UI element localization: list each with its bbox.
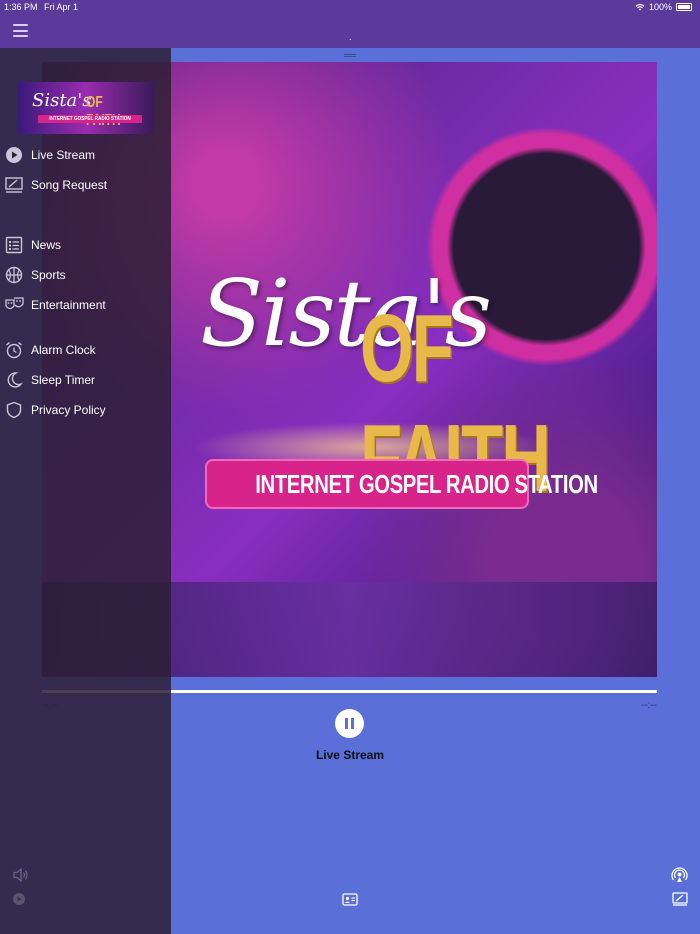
battery-icon [676, 3, 692, 11]
header-title: . [349, 32, 352, 42]
drawer-item-label: Sports [31, 268, 66, 282]
status-time: 1:36 PM [4, 2, 38, 12]
drawer-logo: Sista's OF FAITH INTERNET GOSPEL RADIO S… [18, 82, 154, 134]
pause-icon [345, 718, 348, 729]
logo-banner: INTERNET GOSPEL RADIO STATION [38, 115, 142, 123]
song-request-icon[interactable] [672, 892, 688, 906]
volume-slider-thumb-icon[interactable] [12, 892, 26, 906]
top-bar: . [0, 14, 700, 48]
airplay-audio-icon[interactable] [671, 867, 688, 884]
drawer-item-label: Sleep Timer [31, 373, 96, 387]
drawer-item-song-request[interactable]: Song Request [0, 173, 171, 197]
song-request-icon [5, 177, 23, 193]
drawer-item-label: Live Stream [31, 148, 96, 162]
moon-icon [7, 372, 23, 388]
drag-handle-icon[interactable] [344, 54, 356, 58]
drawer-item-label: Entertainment [31, 298, 106, 312]
drawer-item-entertainment[interactable]: Entertainment [0, 293, 171, 317]
drawer-item-label: News [31, 238, 62, 252]
artwork-banner: INTERNET GOSPEL RADIO STATION [207, 461, 598, 507]
id-card-icon[interactable] [342, 893, 358, 906]
theater-masks-icon [5, 297, 24, 310]
alarm-clock-icon [6, 341, 22, 359]
drawer-item-label: Alarm Clock [31, 343, 96, 357]
drawer-item-alarm-clock[interactable]: Alarm Clock [0, 338, 171, 362]
menu-icon[interactable] [13, 24, 28, 37]
drawer-item-label: Privacy Policy [31, 403, 106, 417]
now-playing-title: Live Stream [315, 748, 385, 762]
drawer-item-label: Song Request [31, 178, 108, 192]
drawer-item-sports[interactable]: Sports [0, 263, 171, 287]
basketball-icon [5, 266, 23, 284]
status-right: 100% [635, 2, 692, 12]
drawer-item-live-stream[interactable]: Live Stream [0, 143, 171, 167]
drawer-item-news[interactable]: News [0, 233, 171, 257]
volume-icon[interactable] [12, 867, 30, 883]
pause-button[interactable] [335, 709, 364, 738]
logo-title-text: OF FAITH [86, 94, 121, 129]
logo-script-text: Sista's [32, 90, 92, 111]
remaining-time: --:-- [640, 700, 657, 711]
status-date: Fri Apr 1 [44, 2, 79, 12]
news-icon [5, 236, 23, 254]
battery-percent: 100% [648, 2, 672, 12]
wifi-icon [635, 4, 645, 11]
shield-icon [6, 401, 22, 419]
play-circle-icon [6, 147, 22, 163]
drawer-item-privacy-policy[interactable]: Privacy Policy [0, 398, 171, 422]
drawer-item-sleep-timer[interactable]: Sleep Timer [0, 368, 171, 392]
status-bar: 1:36 PM Fri Apr 1 100% [0, 0, 700, 14]
